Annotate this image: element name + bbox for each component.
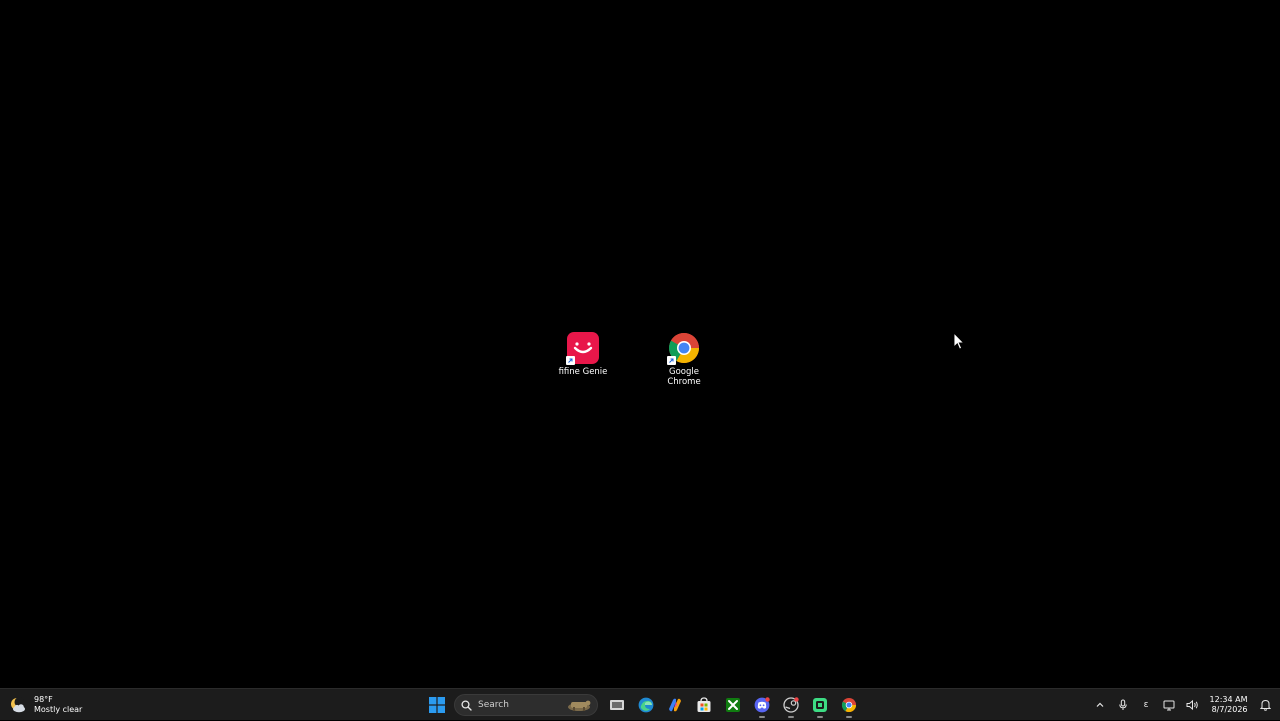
mouse-cursor-icon [953,331,965,350]
desktop-icon-google-chrome[interactable]: Google Chrome [644,331,724,387]
microphone-icon [1119,699,1127,710]
steam-button[interactable] [778,692,804,718]
edge-button[interactable] [633,692,659,718]
green-app-button[interactable] [807,692,833,718]
clock[interactable]: 12:34 AM 8/7/2026 [1210,695,1248,715]
search-icon [461,699,472,711]
volume-button[interactable] [1183,696,1201,714]
shortcut-arrow-icon [667,356,676,365]
network-button[interactable] [1160,696,1178,714]
volume-icon [1186,699,1198,711]
steam-icon [782,697,799,713]
desktop-icon-label: fifine Genie [558,367,608,377]
weather-condition: Mostly clear [34,705,83,714]
weather-temp: 98°F [34,695,53,704]
show-hidden-icons-button[interactable] [1091,696,1109,714]
chevron-up-icon [1096,702,1104,707]
start-button[interactable] [424,692,450,718]
desktop-icon-label: Google Chrome [667,367,700,387]
microphone-button[interactable] [1114,696,1132,714]
clock-date: 8/7/2026 [1211,705,1248,714]
notification-bell-icon [1259,699,1271,711]
clock-time: 12:34 AM [1209,695,1248,704]
copilot-button[interactable] [662,692,688,718]
notifications-button[interactable] [1256,696,1274,714]
store-button[interactable] [691,692,717,718]
moon-cloud-icon [11,697,25,713]
chrome-label: Google Chrome [667,367,701,387]
discord-icon [754,697,770,713]
shortcut-arrow-icon [566,356,575,365]
xbox-button[interactable] [720,692,746,718]
windows-logo-icon [428,697,445,713]
green-app-icon [812,698,827,712]
taskbar-search[interactable]: Search [454,694,598,716]
chrome-icon [841,697,856,713]
chrome-taskbar-button[interactable] [836,692,862,718]
discord-button[interactable] [749,692,775,718]
copilot-icon [668,698,681,712]
store-icon [697,697,710,712]
desktop-icon-fifine-genie[interactable]: fifine Genie [543,331,623,377]
edge-icon [638,697,653,713]
taskbar: 98°F Mostly clear Search ε 12:34 AM 8/7/… [0,688,1280,720]
chrome-icon [667,331,701,365]
system-tray: ε 12:34 AM 8/7/2026 [1089,689,1280,721]
desktop[interactable]: fifine Genie Google Chrome [0,0,1280,688]
search-highlight-icon [568,700,591,711]
xbox-icon [725,698,740,712]
taskbar-center: Search [422,691,863,719]
input-language-button[interactable]: ε [1137,696,1155,714]
task-view-button[interactable] [604,692,630,718]
search-label: Search [478,700,509,710]
network-icon [1163,700,1175,711]
language-indicator: ε [1143,700,1149,710]
fifine-genie-icon [566,331,600,365]
weather-widget[interactable]: 98°F Mostly clear [8,692,82,718]
task-view-icon [609,700,624,710]
